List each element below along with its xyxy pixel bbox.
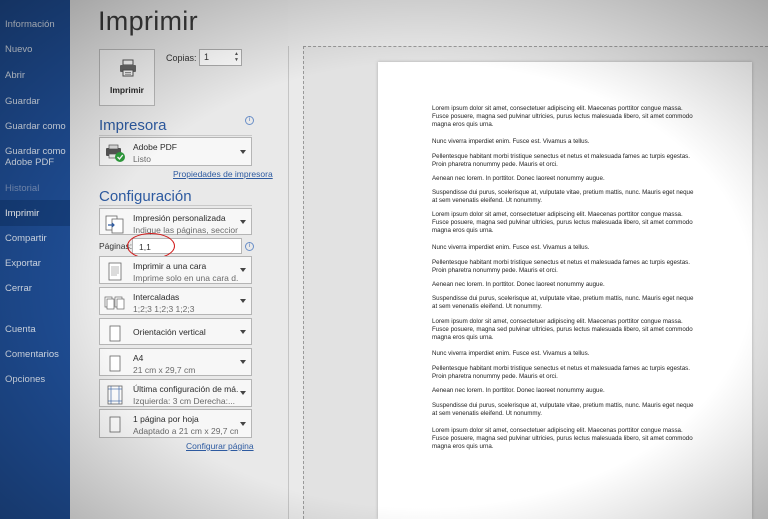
sidebar-item-cuenta[interactable]: Cuenta: [0, 324, 70, 335]
sides-title: Imprimir a una cara: [133, 261, 207, 271]
sides-subtitle: Imprime solo en una cara d...: [133, 273, 238, 283]
sidebar-item-opciones[interactable]: Opciones: [0, 374, 70, 385]
sidebar-item-guardar[interactable]: Guardar: [0, 96, 70, 107]
printer-icon: [120, 59, 136, 77]
collated-icon: [104, 296, 125, 310]
info-icon[interactable]: i: [245, 242, 254, 251]
divider: [99, 205, 252, 206]
portrait-page-icon: [109, 325, 121, 342]
preview-paragraph: Pellentesque habitant morbi tristique se…: [432, 259, 690, 275]
preview-paragraph: Lorem ipsum dolor sit amet, consectetuer…: [432, 211, 693, 235]
chevron-down-icon: [240, 421, 246, 426]
orientation-dropdown[interactable]: Orientación vertical: [99, 318, 252, 345]
custom-pages-icon: [105, 215, 124, 234]
chevron-down-icon: [240, 219, 246, 224]
collate-dropdown[interactable]: Intercaladas 1;2;3 1;2;3 1;2;3: [99, 287, 252, 315]
preview-paragraph: Pellentesque habitant morbi tristique se…: [432, 153, 690, 169]
preview-paragraph: Lorem ipsum dolor sit amet, consectetuer…: [432, 427, 693, 451]
divider: [99, 135, 252, 136]
page-per-sheet-icon: [109, 416, 121, 433]
preview-paragraph: Suspendisse dui purus, scelerisque at, v…: [432, 402, 694, 418]
copies-stepper[interactable]: 1 ▲ ▼: [199, 49, 242, 66]
print-button-label: Imprimir: [109, 85, 144, 95]
chevron-down-icon: [240, 299, 246, 303]
paper-size-dropdown[interactable]: A4 21 cm x 29,7 cm: [99, 348, 252, 376]
sidebar-item-abrir[interactable]: Abrir: [0, 70, 70, 81]
one-side-page-icon: [108, 262, 122, 281]
chevron-down-icon: [240, 360, 246, 364]
preview-paragraph: Aenean nec lorem. In porttitor. Donec la…: [432, 281, 605, 288]
sidebar-item-imprimir[interactable]: Imprimir: [0, 200, 70, 226]
sidebar-item-historial: Historial: [5, 183, 40, 194]
pdf-printer-icon: [106, 144, 125, 162]
chevron-down-icon: [240, 329, 246, 334]
sidebar-item-compartir[interactable]: Compartir: [0, 233, 70, 244]
sidebar-item-exportar[interactable]: Exportar: [0, 258, 70, 269]
sidebar-item-nuevo[interactable]: Nuevo: [0, 44, 70, 55]
collate-title: Intercaladas: [133, 292, 180, 302]
printer-section-title: Impresora: [99, 117, 167, 134]
page-title: Imprimir: [98, 6, 198, 36]
chevron-down-icon: [240, 149, 246, 154]
orientation-title: Orientación vertical: [133, 327, 206, 337]
preview-paragraph: Pellentesque habitant morbi tristique se…: [432, 365, 690, 381]
pages-per-sheet-subtitle: Adaptado a 21 cm x 29,7 cm: [133, 426, 238, 436]
preview-paragraph: Nunc viverra imperdiet enim. Fusce est. …: [432, 244, 590, 251]
preview-paragraph: Lorem ipsum dolor sit amet, consectetuer…: [432, 318, 693, 342]
preview-paragraph: Aenean nec lorem. In porttitor. Donec la…: [432, 387, 605, 394]
print-range-title: Impresión personalizada: [133, 213, 226, 223]
pages-per-sheet-title: 1 página por hoja: [133, 414, 199, 424]
sidebar-item-guardar-como[interactable]: Guardar como: [0, 121, 70, 132]
preview-paragraph: Nunc viverra imperdiet enim. Fusce est. …: [432, 138, 590, 145]
paper-size-icon: [109, 355, 121, 372]
printer-status: Listo: [133, 154, 151, 164]
chevron-down-icon: [240, 268, 246, 272]
page-setup-link[interactable]: Configurar página: [186, 441, 254, 451]
margins-title: Última configuración de má...: [133, 384, 238, 394]
sidebar-item-comentarios[interactable]: Comentarios: [0, 349, 70, 360]
print-range-dropdown[interactable]: Impresión personalizada Indique las pági…: [99, 208, 252, 235]
print-button[interactable]: Imprimir: [99, 49, 155, 106]
printer-name: Adobe PDF: [133, 142, 177, 152]
sidebar-item-informacion[interactable]: Información: [0, 19, 70, 30]
sidebar-item-cerrar[interactable]: Cerrar: [0, 283, 70, 294]
info-icon[interactable]: i: [245, 116, 254, 125]
preview-paragraph: Nunc viverra imperdiet enim. Fusce est. …: [432, 350, 590, 357]
printer-properties-link[interactable]: Propiedades de impresora: [173, 169, 273, 179]
margins-dropdown[interactable]: Última configuración de má... Izquierda:…: [99, 379, 252, 407]
preview-paragraph: Lorem ipsum dolor sit amet, consectetuer…: [432, 105, 693, 129]
paper-size-title: A4: [133, 353, 144, 363]
pages-per-sheet-dropdown[interactable]: 1 página por hoja Adaptado a 21 cm x 29,…: [99, 409, 252, 438]
printer-dropdown[interactable]: Adobe PDF Listo: [99, 137, 252, 166]
preview-paragraph: Suspendisse dui purus, scelerisque at, v…: [432, 295, 694, 311]
pane-divider: [288, 46, 289, 519]
margins-icon: [107, 385, 123, 405]
chevron-down-icon: [240, 391, 246, 395]
copies-value: 1: [204, 52, 210, 62]
copies-label: Copias:: [166, 53, 197, 63]
spin-arrows-icon[interactable]: ▲ ▼: [234, 51, 239, 63]
backstage-sidebar: Información Nuevo Abrir Guardar Guardar …: [0, 0, 70, 519]
sides-dropdown[interactable]: Imprimir a una cara Imprime solo en una …: [99, 256, 252, 284]
sidebar-item-guardar-como-pdf[interactable]: Guardar como Adobe PDF: [0, 146, 66, 168]
preview-paragraph: Suspendisse dui purus, scelerisque at, v…: [432, 189, 694, 205]
preview-paragraph: Aenean nec lorem. In porttitor. Donec la…: [432, 175, 605, 182]
settings-section-title: Configuración: [99, 188, 192, 205]
margins-subtitle: Izquierda: 3 cm Derecha:...: [133, 396, 236, 406]
collate-subtitle: 1;2;3 1;2;3 1;2;3: [133, 304, 195, 314]
paper-size-subtitle: 21 cm x 29,7 cm: [133, 365, 196, 375]
